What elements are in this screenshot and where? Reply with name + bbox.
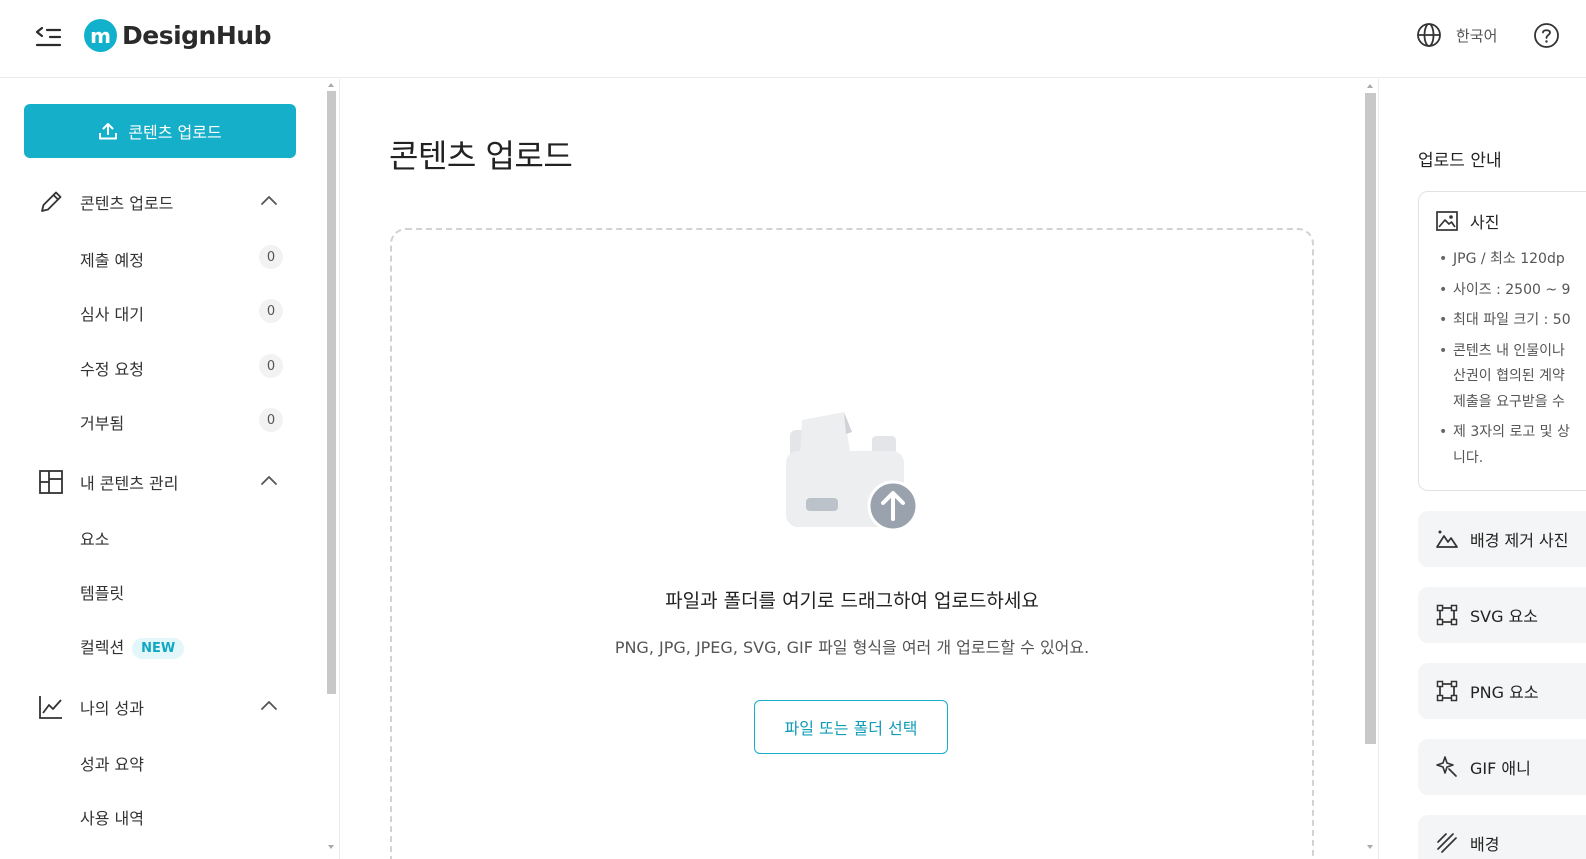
brand-logo[interactable]: m DesignHub	[84, 19, 271, 52]
guide-card-label: 배경 제거 사진	[1470, 531, 1569, 550]
guide-bullet-cont: 제출을 요구받을 수	[1453, 393, 1565, 410]
section-label: 콘텐츠 업로드	[80, 194, 174, 213]
mountain-icon	[1436, 530, 1458, 548]
guide-card-bg-removed-photo[interactable]: 배경 제거 사진	[1418, 511, 1586, 567]
guide-bullet: 최대 파일 크기 : 50	[1437, 308, 1586, 334]
sidebar-item-under-review[interactable]: 심사 대기	[80, 301, 144, 325]
guide-bullet: JPG / 최소 120dp	[1437, 247, 1586, 273]
globe-icon	[1417, 23, 1441, 47]
top-header: m DesignHub 한국어	[0, 0, 1586, 78]
sidebar-scrollbar[interactable]	[327, 91, 336, 694]
sidebar-item-templates[interactable]: 템플릿	[80, 580, 124, 604]
guide-bullet-cont: 산권이 협의된 계약	[1453, 368, 1565, 384]
language-label: 한국어	[1456, 26, 1498, 45]
nav-section-content-upload[interactable]: 콘텐츠 업로드	[38, 187, 288, 217]
folder-upload-icon	[786, 412, 919, 532]
chevron-up-icon[interactable]	[260, 699, 278, 713]
main-scrollbar[interactable]	[1365, 93, 1376, 744]
vector-frame-icon	[1436, 680, 1458, 702]
chevron-up-icon[interactable]	[260, 474, 278, 488]
guide-card-label: SVG 요소	[1470, 607, 1539, 626]
count-badge: 0	[259, 354, 283, 378]
guide-bullet-cont: 니다.	[1453, 449, 1484, 466]
guide-title: 업로드 안내	[1418, 151, 1502, 171]
sidebar-item-label: 컬렉션	[80, 638, 125, 657]
chevron-up-icon[interactable]	[260, 194, 278, 208]
photo-guide-header: 사진	[1436, 209, 1499, 233]
upload-guide-panel: 업로드 안내 사진 JPG / 최소 120dp 사이즈 : 2500 ~ 9 …	[1378, 79, 1586, 859]
pattern-icon	[1437, 833, 1457, 853]
sidebar-item-performance-summary[interactable]: 성과 요약	[80, 751, 144, 775]
upload-icon	[99, 123, 118, 140]
guide-card-png-element[interactable]: PNG 요소	[1418, 663, 1586, 719]
count-badge: 0	[259, 299, 283, 323]
photo-guide-list: JPG / 최소 120dp 사이즈 : 2500 ~ 9 최대 파일 크기 :…	[1437, 247, 1586, 476]
language-selector[interactable]: 한국어	[1416, 22, 1497, 48]
logo-mark: m	[84, 19, 117, 52]
sidebar-item-pending-submit[interactable]: 제출 예정	[80, 247, 144, 271]
guide-card-svg-element[interactable]: SVG 요소	[1418, 587, 1586, 643]
photo-guide-card[interactable]: 사진 JPG / 최소 120dp 사이즈 : 2500 ~ 9 최대 파일 크…	[1418, 191, 1586, 491]
scroll-up-arrow[interactable]	[1367, 84, 1373, 88]
sidebar: 콘텐츠 업로드 콘텐츠 업로드 제출 예정 0 심사 대기 0 수정 요청 0 …	[0, 79, 340, 859]
sparkle-icon	[1436, 756, 1457, 777]
guide-card-gif-animation[interactable]: GIF 애니	[1418, 739, 1586, 795]
vector-frame-icon	[1436, 604, 1458, 626]
upload-button-label: 콘텐츠 업로드	[128, 123, 222, 142]
select-files-button[interactable]: 파일 또는 폴더 선택	[754, 700, 948, 754]
sidebar-item-elements[interactable]: 요소	[80, 526, 109, 550]
guide-card-label: 배경	[1470, 835, 1500, 854]
dropzone-subtitle: PNG, JPG, JPEG, SVG, GIF 파일 형식을 여러 개 업로드…	[614, 638, 1090, 657]
nav-section-my-content[interactable]: 내 콘텐츠 관리	[38, 467, 288, 497]
section-label: 내 콘텐츠 관리	[80, 474, 179, 493]
file-dropzone[interactable]: 파일과 폴더를 여기로 드래그하여 업로드하세요 PNG, JPG, JPEG,…	[390, 228, 1314, 859]
line-chart-icon	[39, 696, 62, 719]
page-title: 콘텐츠 업로드	[389, 137, 573, 175]
layout-grid-icon	[39, 470, 63, 494]
guide-bullet: 사이즈 : 2500 ~ 9	[1437, 278, 1586, 304]
help-icon[interactable]	[1533, 22, 1560, 53]
section-label: 나의 성과	[80, 699, 144, 718]
guide-card-background[interactable]: 배경	[1418, 815, 1586, 859]
sidebar-item-revision-requested[interactable]: 수정 요청	[80, 356, 144, 380]
new-badge: NEW	[132, 638, 185, 659]
menu-collapse-icon[interactable]	[34, 24, 62, 50]
guide-bullet: 콘텐츠 내 인물이나	[1437, 339, 1586, 365]
nav-section-my-performance[interactable]: 나의 성과	[38, 692, 288, 722]
count-badge: 0	[259, 245, 283, 269]
sidebar-item-usage-history[interactable]: 사용 내역	[80, 805, 144, 829]
scroll-down-arrow[interactable]	[1367, 845, 1373, 849]
guide-bullet: 제 3자의 로고 및 상	[1437, 420, 1586, 446]
image-icon	[1436, 211, 1458, 231]
upload-content-button[interactable]: 콘텐츠 업로드	[24, 104, 296, 158]
pencil-icon	[41, 191, 62, 212]
brand-name: DesignHub	[122, 21, 271, 50]
guide-card-label: GIF 애니	[1470, 759, 1531, 778]
dropzone-title: 파일과 폴더를 여기로 드래그하여 업로드하세요	[665, 590, 1039, 612]
sidebar-item-collections[interactable]: 컬렉션 NEW	[80, 634, 185, 659]
main-content: 콘텐츠 업로드 파일과 폴더를 여기로 드래그하여 업로드하세요 PNG, JP…	[341, 79, 1377, 859]
sidebar-item-rejected[interactable]: 거부됨	[80, 410, 124, 434]
guide-card-label: PNG 요소	[1470, 683, 1539, 702]
photo-guide-title: 사진	[1470, 213, 1500, 232]
scroll-down-arrow[interactable]	[328, 845, 334, 849]
count-badge: 0	[259, 408, 283, 432]
scroll-up-arrow[interactable]	[328, 83, 334, 87]
